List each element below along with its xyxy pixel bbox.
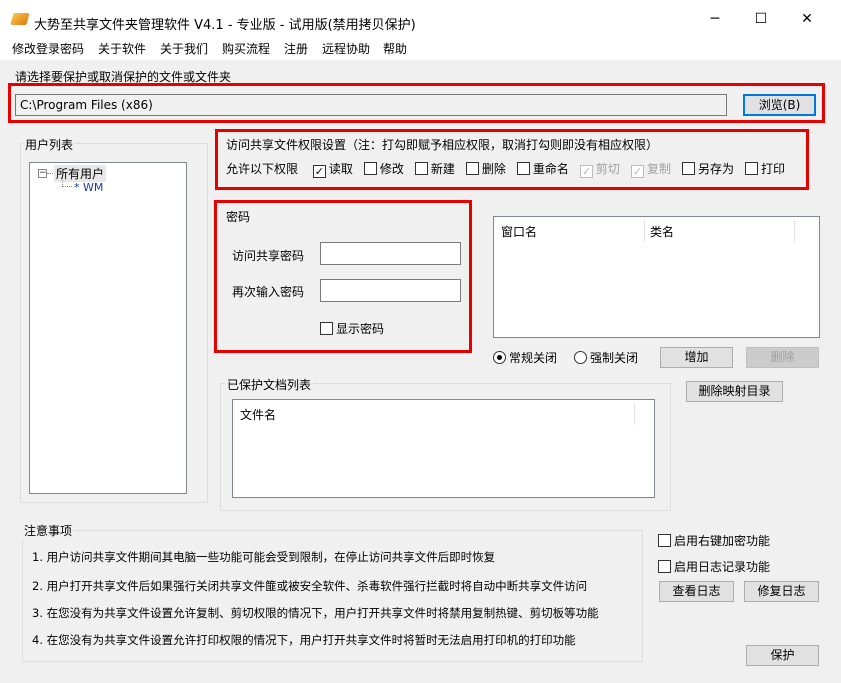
note-item: 2. 用户打开共享文件后如果强行关闭共享文件篚或被安全软件、杀毒软件强行拦截时将… bbox=[32, 579, 588, 593]
password-title: 密码 bbox=[226, 210, 251, 224]
permission-label: 重命名 bbox=[532, 162, 569, 176]
minimize-button[interactable]: ─ bbox=[692, 8, 738, 30]
maximize-button[interactable]: ☐ bbox=[738, 8, 784, 30]
permission-checkbox-5[interactable]: ✓ 剪切 bbox=[579, 162, 620, 178]
menu-help[interactable]: 帮助 bbox=[383, 40, 407, 57]
protected-title: 已保护文档列表 bbox=[225, 376, 314, 393]
notes-title: 注意事项 bbox=[22, 522, 75, 539]
permission-checkbox-2[interactable]: 新建 bbox=[414, 162, 455, 176]
permission-label: 修改 bbox=[379, 162, 404, 176]
column-file-name[interactable]: 文件名 bbox=[240, 406, 276, 423]
radio-normal-close[interactable]: 常规关闭 bbox=[493, 349, 557, 366]
note-item: 1. 用户访问共享文件期间其电脑一些功能可能会受到限制，在停止访问共享文件后即时… bbox=[32, 550, 496, 564]
collapse-icon[interactable]: − bbox=[38, 169, 47, 178]
checkbox-icon: ✓ bbox=[312, 165, 326, 178]
checkbox-icon bbox=[516, 162, 530, 175]
permission-label: 删除 bbox=[481, 162, 506, 176]
permission-label: 剪切 bbox=[595, 162, 620, 176]
checkbox-icon bbox=[658, 560, 671, 573]
permissions-row-label: 允许以下权限 bbox=[226, 162, 299, 176]
menu-purchase[interactable]: 购买流程 bbox=[222, 40, 270, 57]
delete-button[interactable]: 删除 bbox=[746, 347, 819, 368]
menu-register[interactable]: 注册 bbox=[284, 40, 308, 57]
tree-node-user[interactable]: * WM bbox=[74, 181, 103, 194]
repeat-password-label: 再次输入密码 bbox=[232, 285, 305, 299]
user-list-title: 用户列表 bbox=[23, 136, 76, 153]
column-class-name[interactable]: 类名 bbox=[650, 223, 674, 240]
checkbox-icon bbox=[681, 162, 695, 175]
checkbox-icon: ✓ bbox=[579, 165, 593, 178]
permission-label: 另存为 bbox=[697, 162, 734, 176]
repeat-password-input[interactable] bbox=[320, 279, 461, 302]
menu-about-us[interactable]: 关于我们 bbox=[160, 40, 208, 57]
note-item: 4. 在您没有为共享文件设置允许打印权限的情况下，用户打开共享文件时将暂时无法启… bbox=[32, 633, 576, 647]
checkbox-icon bbox=[658, 534, 671, 547]
column-divider bbox=[794, 220, 795, 242]
column-divider bbox=[634, 403, 635, 425]
permission-label: 打印 bbox=[760, 162, 785, 176]
checkbox-icon: ✓ bbox=[630, 165, 644, 178]
access-password-input[interactable] bbox=[320, 242, 461, 265]
path-input[interactable]: C:\Program Files (x86) bbox=[15, 94, 727, 116]
tree-line bbox=[47, 173, 53, 174]
permission-label: 读取 bbox=[328, 162, 353, 176]
checkbox-icon bbox=[320, 322, 333, 335]
right-click-label: 启用右键加密功能 bbox=[674, 534, 771, 548]
permission-checkbox-7[interactable]: 另存为 bbox=[681, 162, 734, 176]
permission-label: 复制 bbox=[646, 162, 671, 176]
path-value: C:\Program Files (x86) bbox=[20, 98, 153, 112]
delete-mapping-button[interactable]: 删除映射目录 bbox=[686, 381, 783, 402]
permission-checkbox-0[interactable]: ✓ 读取 bbox=[312, 162, 353, 178]
note-item: 3. 在您没有为共享文件设置允许复制、剪切权限的情况下，用户打开共享文件时将禁用… bbox=[32, 606, 599, 620]
repair-log-button[interactable]: 修复日志 bbox=[744, 581, 819, 602]
menu-change-password[interactable]: 修改登录密码 bbox=[12, 40, 84, 57]
show-password-label: 显示密码 bbox=[336, 322, 385, 336]
radio-icon bbox=[493, 351, 506, 364]
window-list[interactable]: 窗口名 类名 bbox=[493, 216, 820, 338]
column-window-name[interactable]: 窗口名 bbox=[501, 223, 537, 240]
right-click-encrypt-checkbox[interactable]: 启用右键加密功能 bbox=[658, 532, 770, 549]
radio-icon bbox=[574, 351, 587, 364]
protect-button[interactable]: 保护 bbox=[746, 645, 819, 666]
title-bar: 大势至共享文件夹管理软件 V4.1 - 专业版 - 试用版(禁用拷贝保护) ─ … bbox=[0, 0, 841, 38]
permissions-row: 允许以下权限 ✓ 读取 修改 新建 删除 重命名 ✓ 剪切 ✓ 复制 另存为 打印 bbox=[226, 160, 796, 178]
menu-bar: 修改登录密码 关于软件 关于我们 购买流程 注册 远程协助 帮助 bbox=[0, 38, 841, 60]
column-divider bbox=[644, 220, 645, 242]
checkbox-icon bbox=[363, 162, 377, 175]
checkbox-icon bbox=[465, 162, 479, 175]
permission-checkbox-4[interactable]: 重命名 bbox=[516, 162, 569, 176]
menu-remote-assist[interactable]: 远程协助 bbox=[322, 40, 370, 57]
window-title: 大势至共享文件夹管理软件 V4.1 - 专业版 - 试用版(禁用拷贝保护) bbox=[34, 18, 416, 33]
permission-checkbox-3[interactable]: 删除 bbox=[465, 162, 506, 176]
app-icon bbox=[10, 13, 30, 25]
view-log-button[interactable]: 查看日志 bbox=[659, 581, 734, 602]
menu-about-software[interactable]: 关于软件 bbox=[98, 40, 146, 57]
permissions-title: 访问共享文件权限设置（注：打勾即赋予相应权限，取消打勾则即没有相应权限） bbox=[226, 138, 659, 152]
radio-force-label: 强制关闭 bbox=[590, 351, 639, 365]
add-button[interactable]: 增加 bbox=[660, 347, 733, 368]
enable-log-checkbox[interactable]: 启用日志记录功能 bbox=[658, 558, 770, 575]
permission-checkbox-6[interactable]: ✓ 复制 bbox=[630, 162, 671, 178]
access-password-label: 访问共享密码 bbox=[232, 249, 305, 263]
enable-log-label: 启用日志记录功能 bbox=[674, 560, 771, 574]
checkbox-icon bbox=[744, 162, 758, 175]
close-button[interactable]: ✕ bbox=[784, 8, 830, 30]
browse-button[interactable]: 浏览(B) bbox=[743, 94, 816, 116]
permission-checkbox-8[interactable]: 打印 bbox=[744, 162, 785, 176]
permission-label: 新建 bbox=[430, 162, 455, 176]
user-tree[interactable]: − 所有用户 * WM bbox=[29, 162, 187, 494]
radio-force-close[interactable]: 强制关闭 bbox=[574, 349, 638, 366]
checkbox-icon bbox=[414, 162, 428, 175]
radio-normal-label: 常规关闭 bbox=[509, 351, 558, 365]
permission-checkbox-1[interactable]: 修改 bbox=[363, 162, 404, 176]
tree-line bbox=[62, 178, 72, 187]
show-password-checkbox[interactable]: 显示密码 bbox=[320, 320, 384, 337]
protected-list[interactable]: 文件名 bbox=[232, 399, 655, 498]
